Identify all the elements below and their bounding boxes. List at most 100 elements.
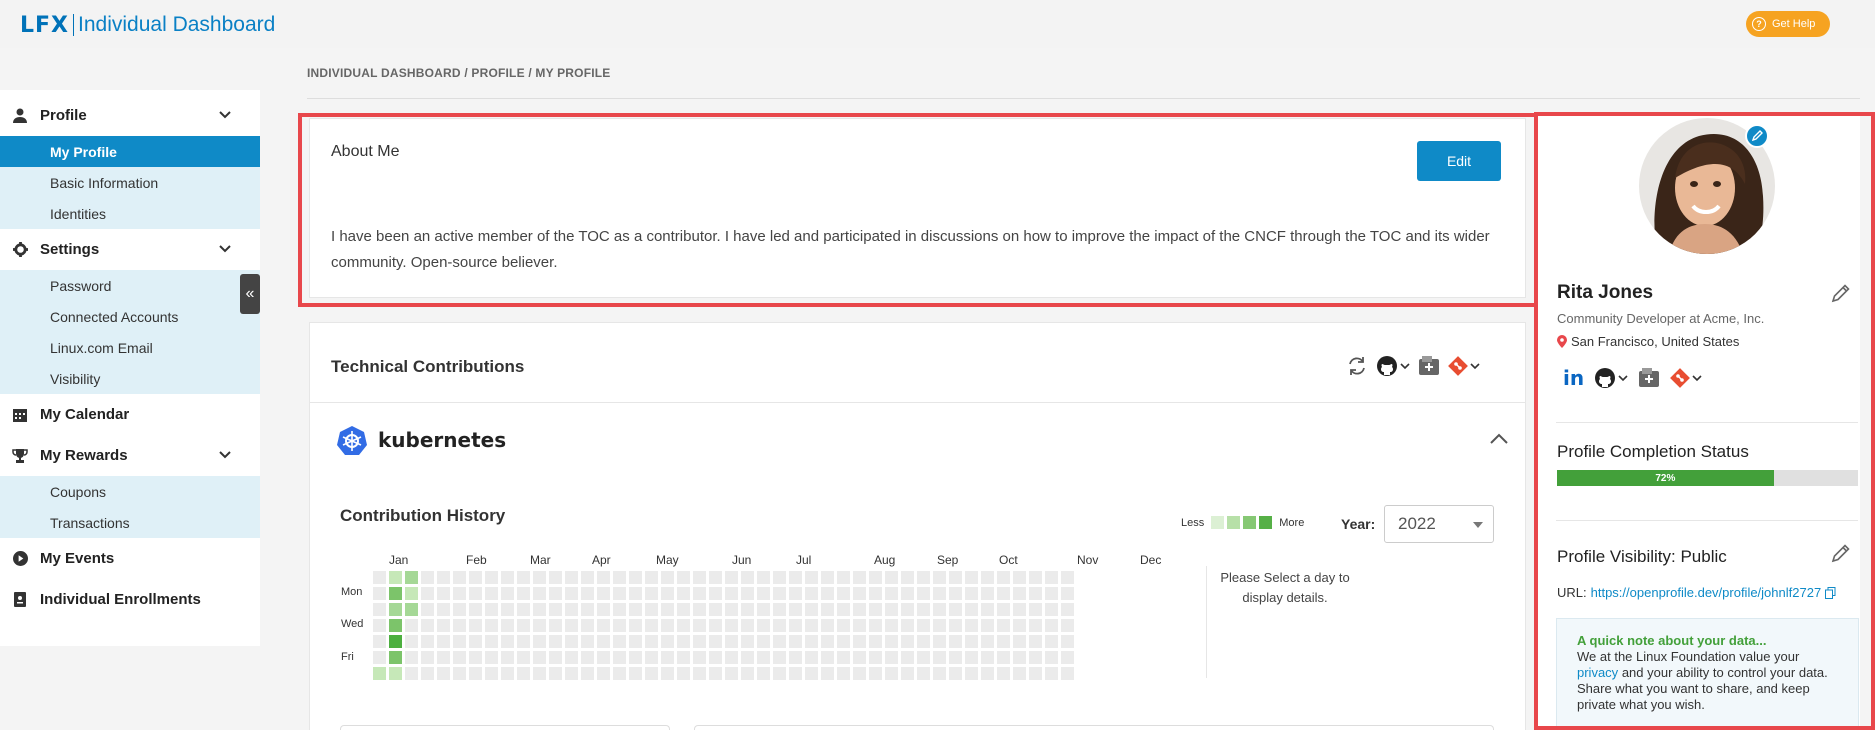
heatmap-cell[interactable] [645, 619, 658, 632]
heatmap-cell[interactable] [773, 571, 786, 584]
heatmap-cell[interactable] [517, 587, 530, 600]
heatmap-cell[interactable] [517, 603, 530, 616]
heatmap-cell[interactable] [965, 667, 978, 680]
heatmap-cell[interactable] [725, 603, 738, 616]
heatmap-cell[interactable] [997, 619, 1010, 632]
heatmap-cell[interactable] [981, 603, 994, 616]
heatmap-cell[interactable] [1061, 651, 1074, 664]
heatmap-cell[interactable] [933, 619, 946, 632]
heatmap-cell[interactable] [453, 571, 466, 584]
heatmap-cell[interactable] [757, 635, 770, 648]
heatmap-cell[interactable] [373, 603, 386, 616]
heatmap-cell[interactable] [709, 651, 722, 664]
refresh-icon[interactable] [1346, 355, 1368, 377]
heatmap-cell[interactable] [485, 667, 498, 680]
heatmap-cell[interactable] [1045, 619, 1058, 632]
heatmap-cell[interactable] [645, 587, 658, 600]
heatmap-cell[interactable] [549, 571, 562, 584]
heatmap-cell[interactable] [1013, 603, 1026, 616]
heatmap-cell[interactable] [629, 619, 642, 632]
heatmap-cell[interactable] [437, 571, 450, 584]
heatmap-cell[interactable] [885, 651, 898, 664]
heatmap-cell[interactable] [773, 651, 786, 664]
heatmap-cell[interactable] [661, 635, 674, 648]
heatmap-cell[interactable] [805, 651, 818, 664]
heatmap-cell[interactable] [965, 571, 978, 584]
heatmap-cell[interactable] [1045, 571, 1058, 584]
heatmap-cell[interactable] [757, 619, 770, 632]
heatmap-cell[interactable] [981, 571, 994, 584]
heatmap-cell[interactable] [661, 619, 674, 632]
heatmap-cell[interactable] [629, 587, 642, 600]
heatmap-cell[interactable] [981, 635, 994, 648]
heatmap-cell[interactable] [373, 587, 386, 600]
heatmap-cell[interactable] [389, 635, 402, 648]
heatmap-cell[interactable] [565, 619, 578, 632]
heatmap-cell[interactable] [389, 571, 402, 584]
heatmap-cell[interactable] [885, 571, 898, 584]
heatmap-cell[interactable] [837, 651, 850, 664]
heatmap-cell[interactable] [965, 651, 978, 664]
heatmap-cell[interactable] [453, 603, 466, 616]
heatmap-cell[interactable] [613, 619, 626, 632]
heatmap-cell[interactable] [453, 587, 466, 600]
heatmap-cell[interactable] [581, 651, 594, 664]
heatmap-cell[interactable] [869, 571, 882, 584]
heatmap-cell[interactable] [741, 571, 754, 584]
heatmap-cell[interactable] [1029, 651, 1042, 664]
heatmap-cell[interactable] [741, 651, 754, 664]
chevron-down-icon[interactable] [218, 448, 232, 462]
heatmap-cell[interactable] [821, 587, 834, 600]
heatmap-cell[interactable] [597, 651, 610, 664]
heatmap-cell[interactable] [933, 587, 946, 600]
heatmap-cell[interactable] [389, 603, 402, 616]
heatmap-cell[interactable] [437, 587, 450, 600]
heatmap-cell[interactable] [709, 619, 722, 632]
breadcrumb[interactable]: INDIVIDUAL DASHBOARD / PROFILE / MY PROF… [307, 66, 611, 80]
heatmap-cell[interactable] [437, 619, 450, 632]
sidebar-item-my-profile[interactable]: My Profile [0, 136, 260, 167]
heatmap-cell[interactable] [453, 619, 466, 632]
heatmap-cell[interactable] [1013, 587, 1026, 600]
heatmap-cell[interactable] [405, 587, 418, 600]
heatmap-cell[interactable] [693, 587, 706, 600]
heatmap-cell[interactable] [405, 651, 418, 664]
heatmap-cell[interactable] [485, 619, 498, 632]
heatmap-cell[interactable] [677, 587, 690, 600]
heatmap-cell[interactable] [517, 651, 530, 664]
heatmap-cell[interactable] [533, 619, 546, 632]
heatmap-cell[interactable] [949, 587, 962, 600]
heatmap-cell[interactable] [485, 603, 498, 616]
heatmap-cell[interactable] [1061, 667, 1074, 680]
heatmap-cell[interactable] [885, 587, 898, 600]
heatmap-cell[interactable] [549, 587, 562, 600]
sidebar-item-transactions[interactable]: Transactions [0, 507, 260, 538]
heatmap-cell[interactable] [373, 651, 386, 664]
heatmap-cell[interactable] [1045, 651, 1058, 664]
heatmap-cell[interactable] [661, 587, 674, 600]
sidebar-section-individual-enrollments[interactable]: Individual Enrollments [0, 584, 260, 614]
sidebar-section-my-calendar[interactable]: My Calendar [0, 399, 260, 429]
heatmap-cell[interactable] [885, 619, 898, 632]
heatmap-cell[interactable] [885, 667, 898, 680]
heatmap-cell[interactable] [533, 603, 546, 616]
heatmap-cell[interactable] [469, 603, 482, 616]
heatmap-cell[interactable] [389, 587, 402, 600]
heatmap-cell[interactable] [613, 603, 626, 616]
heatmap-cell[interactable] [901, 635, 914, 648]
heatmap-cell[interactable] [933, 603, 946, 616]
heatmap-cell[interactable] [1061, 635, 1074, 648]
heatmap-cell[interactable] [437, 651, 450, 664]
heatmap-cell[interactable] [821, 603, 834, 616]
git-dropdown[interactable] [1448, 356, 1480, 376]
heatmap-cell[interactable] [485, 587, 498, 600]
heatmap-cell[interactable] [789, 651, 802, 664]
heatmap-cell[interactable] [837, 635, 850, 648]
heatmap-cell[interactable] [629, 603, 642, 616]
heatmap-cell[interactable] [629, 635, 642, 648]
gerrit-icon[interactable] [1418, 355, 1440, 377]
heatmap-cell[interactable] [789, 619, 802, 632]
sidebar-item-linux-email[interactable]: Linux.com Email [0, 332, 260, 363]
heatmap-cell[interactable] [853, 619, 866, 632]
heatmap-cell[interactable] [933, 667, 946, 680]
